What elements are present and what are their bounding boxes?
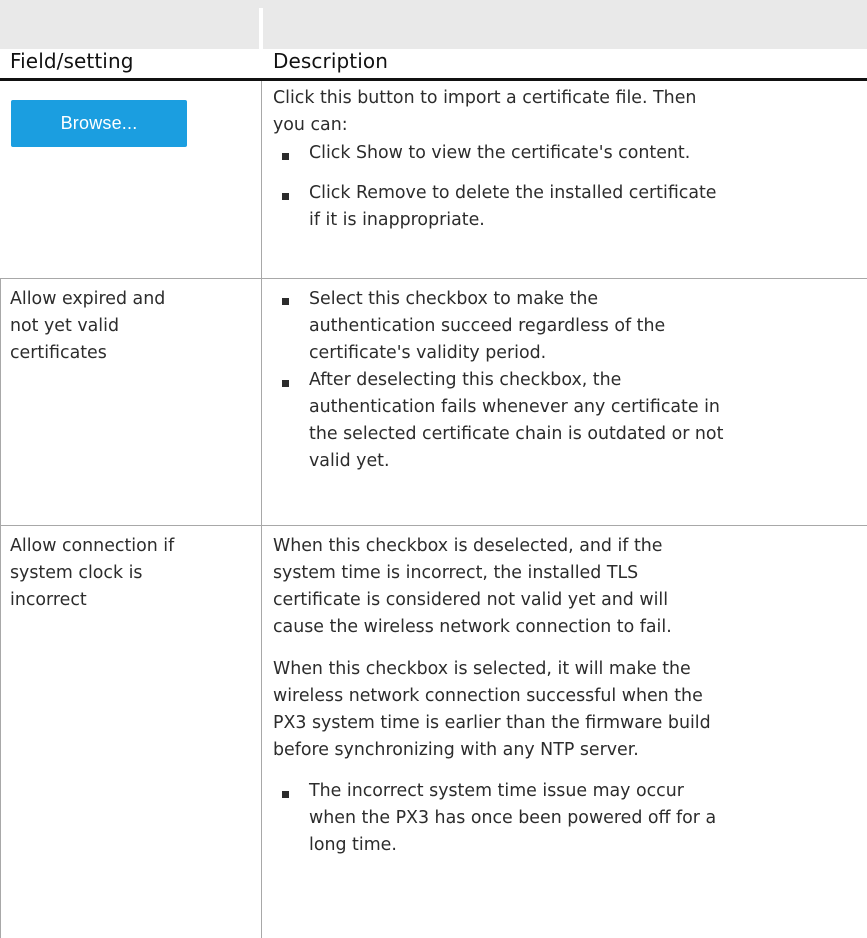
- row2-field-line-1: Allow expired and: [10, 289, 166, 309]
- header-description: Description: [273, 49, 389, 73]
- header-bar-bg: [0, 0, 867, 49]
- row2-bullet2-line-4: valid yet.: [309, 451, 390, 471]
- row3-para2-line-3: PX3 system time is earlier than the firm…: [273, 713, 711, 733]
- bullet-icon: [282, 193, 289, 200]
- header-column-separator: [259, 8, 263, 49]
- row3-para2-line-4: before synchronizing with any NTP server…: [273, 740, 639, 760]
- row3-bullet1-line-1: The incorrect system time issue may occu…: [309, 781, 684, 801]
- row1-bullet1-line-1: Click Show to view the certificate's con…: [309, 143, 691, 163]
- row2-bullet2-line-2: authentication fails whenever any certif…: [309, 397, 720, 417]
- row3-bullet1-line-3: long time.: [309, 835, 397, 855]
- row1-bullet2-line-1: Click Remove to delete the installed cer…: [309, 183, 717, 203]
- row-divider-1: [0, 278, 867, 279]
- row-divider-2: [0, 525, 867, 526]
- table-left-border: [0, 278, 1, 938]
- row3-para1-line-2: system time is incorrect, the installed …: [273, 563, 639, 583]
- header-field-setting: Field/setting: [10, 49, 134, 73]
- bullet-icon: [282, 380, 289, 387]
- row2-field-line-3: certificates: [10, 343, 107, 363]
- row3-para1-line-4: cause the wireless network connection to…: [273, 617, 672, 637]
- row3-field-line-1: Allow connection if: [10, 536, 175, 556]
- row2-bullet1-line-1: Select this checkbox to make the: [309, 289, 599, 309]
- bullet-icon: [282, 298, 289, 305]
- row3-para1-line-1: When this checkbox is deselected, and if…: [273, 536, 663, 556]
- row3-para2-line-2: wireless network connection successful w…: [273, 686, 703, 706]
- row2-field-line-2: not yet valid: [10, 316, 119, 336]
- row2-bullet2-line-3: the selected certificate chain is outdat…: [309, 424, 724, 444]
- row2-bullet2-line-1: After deselecting this checkbox, the: [309, 370, 622, 390]
- row3-para1-line-3: certificate is considered not valid yet …: [273, 590, 669, 610]
- row1-intro-line-1: Click this button to import a certificat…: [273, 88, 697, 108]
- row2-bullet1-line-2: authentication succeed regardless of the: [309, 316, 666, 336]
- row3-bullet1-line-2: when the PX3 has once been powered off f…: [309, 808, 717, 828]
- column-divider: [261, 81, 262, 938]
- header-underline: [0, 78, 867, 81]
- row1-intro-line-2: you can:: [273, 115, 348, 135]
- browse-button[interactable]: Browse...: [11, 100, 187, 147]
- row2-bullet1-line-3: certificate's validity period.: [309, 343, 547, 363]
- row3-field-line-2: system clock is: [10, 563, 143, 583]
- bullet-icon: [282, 791, 289, 798]
- row1-bullet2-line-2: if it is inappropriate.: [309, 210, 485, 230]
- row3-para2-line-1: When this checkbox is selected, it will …: [273, 659, 691, 679]
- bullet-icon: [282, 153, 289, 160]
- row3-field-line-3: incorrect: [10, 590, 87, 610]
